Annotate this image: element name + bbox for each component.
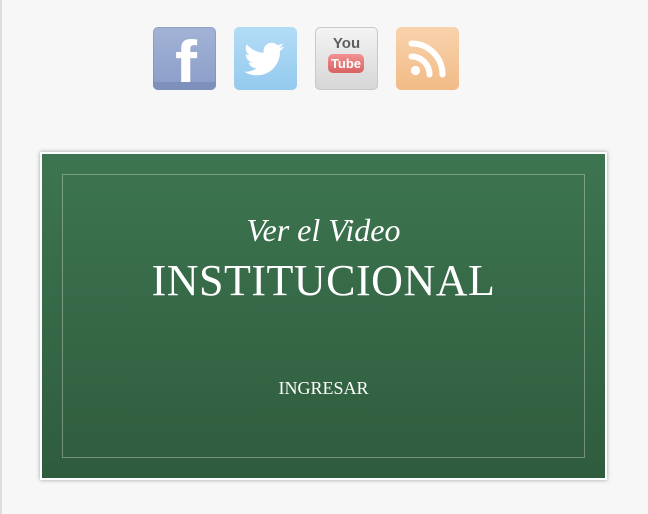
youtube-icon-tube: Tube bbox=[328, 54, 364, 73]
twitter-link[interactable] bbox=[234, 27, 297, 90]
twitter-icon bbox=[244, 42, 285, 76]
banner-title: INSTITUCIONAL bbox=[151, 256, 496, 305]
facebook-icon-band bbox=[153, 82, 216, 90]
page-left-border bbox=[0, 0, 2, 514]
banner-subtitle: Ver el Video bbox=[246, 212, 401, 248]
rss-link[interactable] bbox=[396, 27, 459, 90]
banner-enter-link[interactable]: INGRESAR bbox=[42, 378, 605, 398]
youtube-icon-you: You bbox=[332, 35, 361, 52]
rss-icon bbox=[408, 40, 446, 78]
facebook-link[interactable]: f bbox=[153, 27, 216, 90]
institutional-video-banner[interactable]: Ver el Video INSTITUCIONAL INGRESAR bbox=[40, 152, 607, 480]
youtube-link[interactable]: You Tube bbox=[315, 27, 378, 90]
